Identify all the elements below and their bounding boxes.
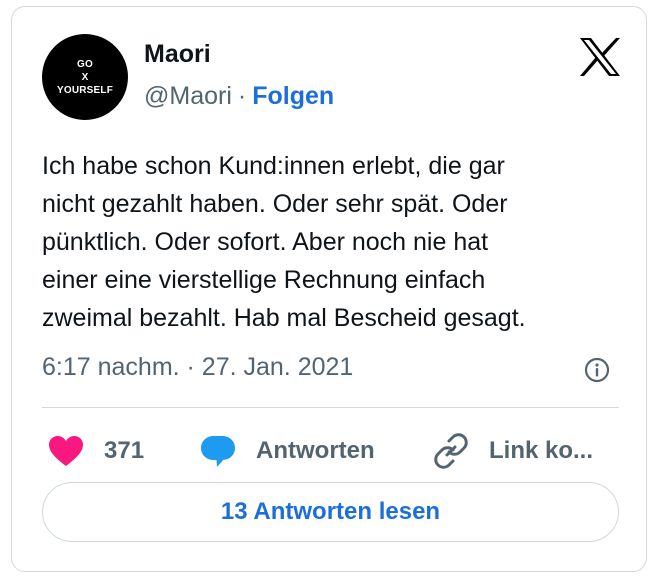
like-button[interactable]: 371 — [48, 431, 144, 471]
read-replies-button[interactable]: 13 Antworten lesen — [42, 482, 619, 542]
avatar-line-2: X — [81, 71, 89, 83]
copy-link-button[interactable]: Link ko... — [433, 431, 593, 471]
divider — [42, 407, 619, 408]
avatar-line-3: YOURSELF — [56, 84, 114, 96]
copy-link-label: Link ko... — [489, 437, 594, 464]
x-logo-icon[interactable] — [578, 37, 622, 77]
like-count: 371 — [104, 437, 145, 464]
follow-button[interactable]: Folgen — [252, 82, 334, 110]
reply-button[interactable]: Antworten — [200, 431, 375, 471]
heart-icon — [49, 436, 83, 466]
avatar-line-1: GO — [77, 58, 93, 70]
info-icon[interactable] — [584, 357, 610, 383]
avatar[interactable]: GO X YOURSELF — [42, 34, 128, 120]
separator-dot: · — [237, 82, 247, 110]
tweet-card: GO X YOURSELF Maori @Maori · Folgen Ich ha… — [11, 6, 647, 572]
author-name[interactable]: Maori — [144, 40, 211, 69]
tweet-timestamp[interactable]: 6:17 nachm. · 27. Jan. 2021 — [42, 353, 353, 382]
speech-bubble-icon — [201, 436, 235, 467]
link-icon — [434, 433, 468, 469]
author-handle-row: @Maori · Folgen — [144, 82, 334, 111]
tweet-text: Ich habe schon Kund:innen erlebt, die ga… — [42, 152, 526, 332]
author-handle[interactable]: @Maori — [144, 82, 232, 110]
reply-label: Antworten — [256, 437, 375, 464]
